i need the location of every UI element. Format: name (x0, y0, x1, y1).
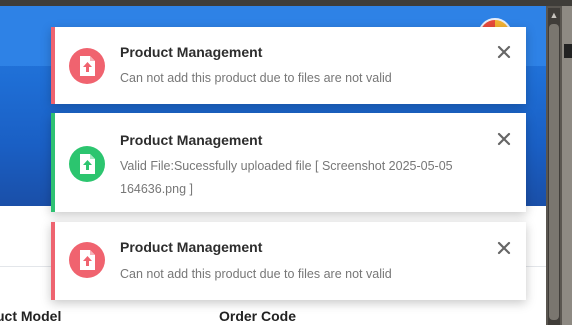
toast-accent-bar (51, 27, 55, 104)
toast-message: Can not add this product due to files ar… (120, 267, 392, 281)
toast-title: Product Management (120, 44, 263, 60)
toast-accent-bar (51, 113, 55, 212)
column-header-order-code: Order Code (219, 308, 297, 324)
close-icon[interactable] (496, 240, 512, 256)
toast-title: Product Management (120, 132, 263, 148)
toast-notification: Product Management Can not add this prod… (51, 27, 526, 104)
scrollbar-thumb[interactable] (549, 24, 559, 320)
toast-message: Valid File:Sucessfully uploaded file [ S… (120, 159, 453, 196)
file-upload-icon (69, 242, 105, 278)
adjacent-window-edge (562, 6, 572, 325)
toast-title: Product Management (120, 239, 263, 255)
close-icon[interactable] (496, 44, 512, 60)
toast-notification: Product Management Valid File:Sucessfull… (51, 113, 526, 212)
close-icon[interactable] (496, 131, 512, 147)
file-upload-icon (69, 48, 105, 84)
column-header-product-model: uct Model (0, 308, 62, 324)
edge-marker (564, 44, 572, 58)
scroll-up-arrow-icon[interactable]: ▲ (548, 8, 560, 22)
toast-accent-bar (51, 222, 55, 300)
toast-notification: Product Management Can not add this prod… (51, 222, 526, 300)
file-upload-icon (69, 146, 105, 182)
toast-message: Can not add this product due to files ar… (120, 71, 392, 85)
